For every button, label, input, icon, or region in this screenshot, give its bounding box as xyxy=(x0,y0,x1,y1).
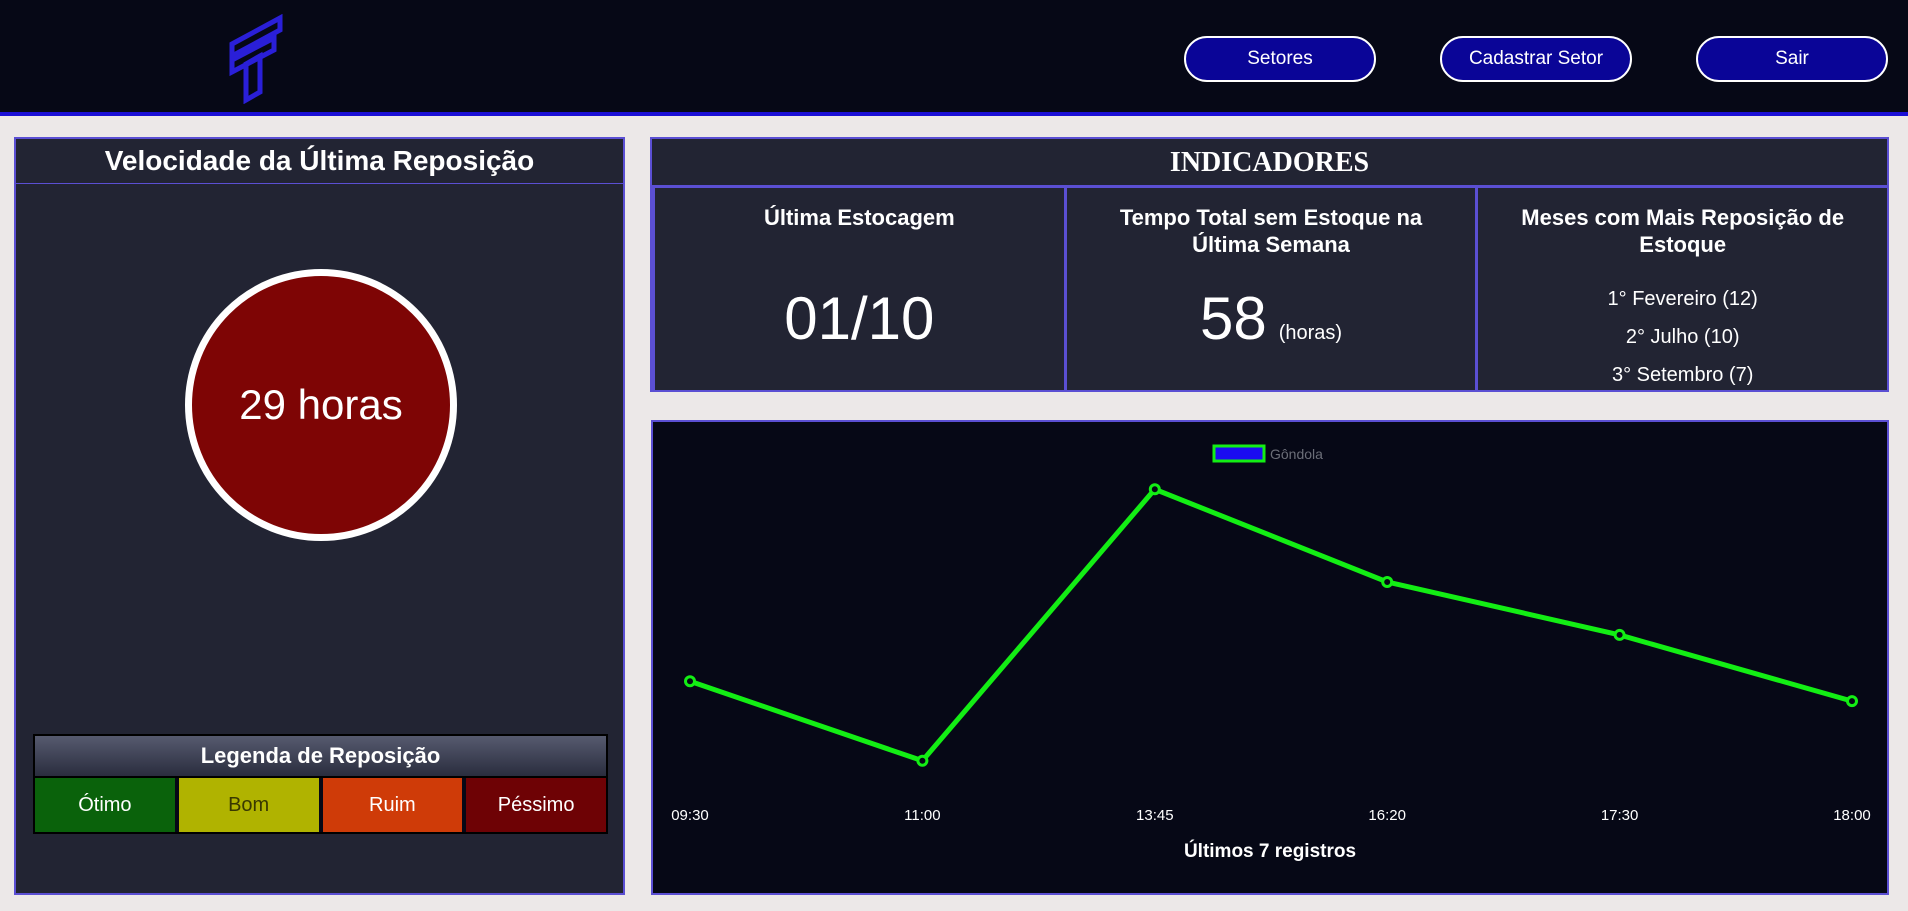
data-point xyxy=(916,754,929,767)
top-navbar: Setores Cadastrar Setor Sair xyxy=(0,0,1908,116)
reposicao-chart-panel: Gôndola 09:30 11:00 13:45 16:20 17:30 18:00 Últ… xyxy=(651,420,1889,895)
legend-swatch xyxy=(1212,444,1266,463)
data-point xyxy=(1846,695,1858,708)
x-tick-label: 13:45 xyxy=(1136,807,1174,824)
cadastrar-setor-button[interactable]: Cadastrar Setor xyxy=(1440,36,1632,82)
list-item: 2° Julho (10) xyxy=(1625,326,1740,348)
x-tick-label: 09:30 xyxy=(671,807,709,824)
series-line xyxy=(689,486,1853,764)
meses-reposicao-label: Meses com Mais Reposição de Estoque xyxy=(1521,205,1845,257)
meses-reposicao-list: 1° Fevereiro (12) 2° Julho (10) 3° Setem… xyxy=(1478,280,1887,394)
indicadores-title: INDICADORES xyxy=(1169,146,1370,178)
line-chart: Gôndola 09:30 11:00 13:45 16:20 17:30 18:00 Últ… xyxy=(671,444,1871,862)
tempo-sem-estoque-label: Tempo Total sem Estoque na Última Semana xyxy=(1119,205,1423,257)
legend-item-ruim: Ruim xyxy=(322,778,463,832)
list-item: 1° Fevereiro (12) xyxy=(1607,288,1758,310)
velocidade-panel: Velocidade da Última Reposição 29 horas … xyxy=(14,137,625,895)
tempo-sem-estoque-value: 58 xyxy=(1199,285,1267,352)
data-point xyxy=(1148,483,1161,496)
tempo-sem-estoque-card: Tempo Total sem Estoque na Última Semana… xyxy=(1067,188,1479,390)
ultima-estocagem-label: Última Estocagem xyxy=(763,205,955,230)
x-tick-label: 16:20 xyxy=(1368,807,1406,824)
ultima-estocagem-card: Última Estocagem 01/10 xyxy=(655,188,1067,390)
legend-item-bom: Bom xyxy=(178,778,319,832)
data-point xyxy=(684,675,696,688)
legend-item-otimo: Ótimo xyxy=(35,778,175,832)
tempo-sem-estoque-value-row: 58 (horas) xyxy=(1067,284,1476,353)
legend-item-pessimo: Péssimo xyxy=(466,778,606,832)
x-tick-label: 17:30 xyxy=(1601,807,1639,824)
legend-cells: Ótimo Bom Ruim Péssimo xyxy=(35,778,606,832)
legend-title: Legenda de Reposição xyxy=(35,736,606,778)
sair-button[interactable]: Sair xyxy=(1696,36,1888,82)
legend-label: Gôndola xyxy=(1270,446,1323,462)
legenda-reposicao: Legenda de Reposição Ótimo Bom Ruim Péss… xyxy=(33,734,608,834)
x-tick-label: 18:00 xyxy=(1833,807,1871,824)
x-axis-label: Últimos 7 registros xyxy=(1184,840,1356,862)
indicadores-panel: INDICADORES Última Estocagem 01/10 Tempo… xyxy=(650,137,1889,392)
speed-indicator-circle: 29 horas xyxy=(185,269,457,541)
speed-value: 29 horas xyxy=(239,381,403,428)
tempo-sem-estoque-unit: (horas) xyxy=(1278,322,1343,344)
setores-button[interactable]: Setores xyxy=(1184,36,1376,82)
ultima-estocagem-value: 01/10 xyxy=(784,285,935,352)
x-tick-label: 11:00 xyxy=(904,807,940,824)
data-point xyxy=(1613,628,1626,641)
t-logo-icon[interactable] xyxy=(226,14,284,104)
velocidade-title: Velocidade da Última Reposição xyxy=(16,139,623,184)
indicadores-columns: Última Estocagem 01/10 Tempo Total sem E… xyxy=(652,185,1887,390)
list-item: 3° Setembro (7) xyxy=(1611,364,1754,386)
meses-reposicao-card: Meses com Mais Reposição de Estoque 1° F… xyxy=(1478,188,1887,390)
data-point xyxy=(1381,575,1394,588)
